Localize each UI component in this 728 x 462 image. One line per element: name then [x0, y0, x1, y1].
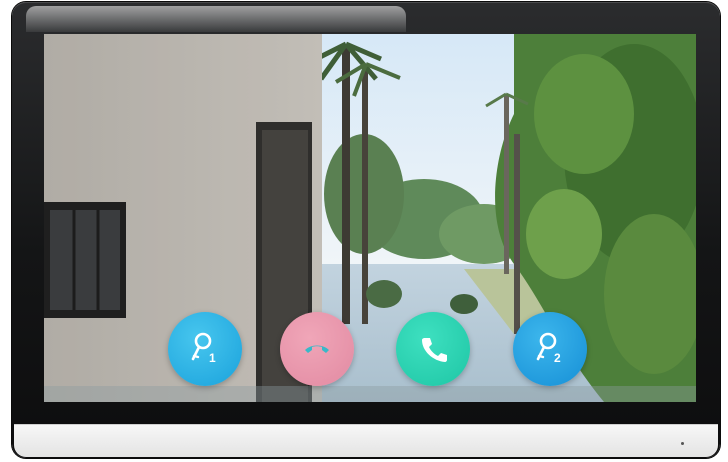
unlock-1-number: 1: [209, 351, 216, 365]
unlock-2-number: 2: [554, 351, 561, 365]
monitor-chin: [14, 424, 718, 457]
key-icon: 1: [191, 332, 216, 365]
hangup-button[interactable]: [280, 312, 354, 386]
bezel-gloss: [26, 6, 406, 32]
unlock-2-button[interactable]: 2: [513, 312, 587, 386]
phone-hangup-icon: [305, 345, 329, 353]
key-icon: 2: [536, 332, 561, 365]
video-screen: 1 2: [44, 34, 696, 402]
camera-feed: [44, 34, 696, 402]
status-led-icon: [681, 442, 684, 445]
answer-button[interactable]: [396, 312, 470, 386]
unlock-1-button[interactable]: 1: [168, 312, 242, 386]
phone-answer-icon: [422, 338, 447, 362]
intercom-monitor: 1 2: [12, 2, 720, 458]
